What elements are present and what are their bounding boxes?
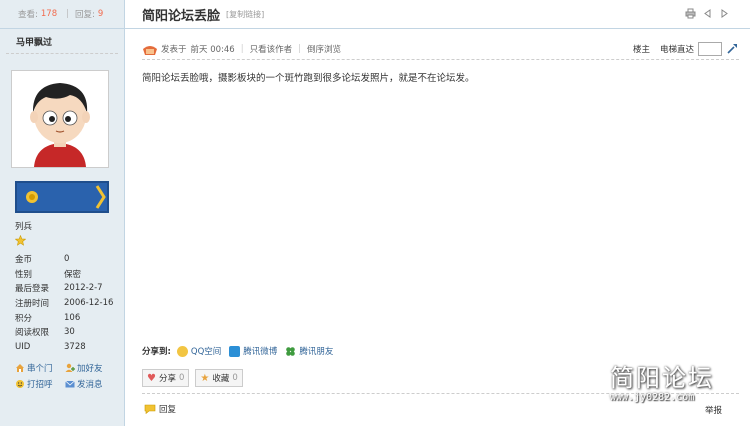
rank-badge xyxy=(15,181,109,213)
avatar-image xyxy=(12,71,108,167)
info-row-gender: 性别 保密 xyxy=(15,269,82,280)
post-content: 简阳论坛丢脸哦，摄影板块的一个斑竹跑到很多论坛发照片，就是不在论坛发。 xyxy=(142,73,475,84)
jump-go-icon[interactable] xyxy=(727,42,739,57)
stats-divider: | xyxy=(66,9,69,19)
meta-divider: | xyxy=(298,44,301,54)
meta-divider: | xyxy=(240,44,244,54)
share-weibo-link[interactable]: 腾讯微博 xyxy=(229,345,277,357)
info-row-uid: UID 3728 xyxy=(15,341,86,352)
thread-title: 简阳论坛丢脸 xyxy=(142,8,221,24)
thread-header: 简阳论坛丢脸 [复制链接] xyxy=(125,0,750,29)
thread-stats: 查看: 178 | 回复: 9 xyxy=(0,0,124,29)
tencent-weibo-icon xyxy=(229,345,241,357)
greet-icon xyxy=(15,379,25,389)
replies-label: 回复: xyxy=(74,10,95,20)
author-actions: 串个门 加好友 打招呼 发消息 xyxy=(15,360,120,392)
post-buttons: ♥ 分享 0 ★ 收藏 0 xyxy=(142,369,243,387)
prev-thread-icon[interactable] xyxy=(702,8,713,19)
share-qzone-link[interactable]: QQ空间 xyxy=(176,345,221,357)
floor-jump-input[interactable] xyxy=(698,42,722,56)
star-icon: ★ xyxy=(200,372,210,384)
floor-label: 楼主 xyxy=(632,45,650,55)
watermark-url: www.jy0282.com xyxy=(610,392,695,403)
next-thread-icon[interactable] xyxy=(719,8,730,19)
share-pengyou-link[interactable]: 腾讯朋友 xyxy=(285,345,333,357)
posted-time: 前天 00:46 xyxy=(190,45,235,55)
message-button[interactable]: 发消息 xyxy=(65,378,115,390)
add-friend-button[interactable]: 加好友 xyxy=(65,362,115,374)
house-icon xyxy=(15,363,25,373)
heart-icon: ♥ xyxy=(147,372,156,384)
share-bar: 分享到: QQ空间 腾讯微博 腾讯朋友 xyxy=(142,345,341,357)
reverse-order-link[interactable]: 倒序浏览 xyxy=(307,43,341,55)
author-name[interactable]: 马甲飘过 xyxy=(6,29,118,54)
info-row-last-login: 最后登录 2012-2-7 xyxy=(15,283,103,295)
mail-icon xyxy=(65,379,75,389)
watermark-title: 简阳论坛 xyxy=(610,364,714,392)
print-icon[interactable] xyxy=(685,8,696,19)
online-status-icon xyxy=(142,43,158,56)
info-row-points: 积分 106 xyxy=(15,312,81,324)
author-info: 金币 0 性别 保密 最后登录 2012-2-7 注册时间 2006-12-16 积分 1… xyxy=(15,252,120,354)
star-icon xyxy=(14,234,27,249)
copy-link[interactable]: [复制链接] xyxy=(226,9,264,20)
author-sidebar: 查看: 178 | 回复: 9 马甲飘过 列兵 金币 0 性别 保密 最后登录 … xyxy=(0,0,125,426)
rank-name: 列兵 xyxy=(15,222,33,232)
add-friend-icon xyxy=(65,363,75,373)
share-label: 分享到: xyxy=(142,347,171,357)
clover-icon xyxy=(285,346,296,357)
info-row-coins: 金币 0 xyxy=(15,254,70,266)
reply-bubble-icon xyxy=(144,404,156,415)
posted-prefix: 发表于 xyxy=(161,45,187,55)
views-label: 查看: xyxy=(18,10,38,20)
thread-tools xyxy=(685,8,730,19)
qzone-icon xyxy=(176,345,188,357)
jump-label: 电梯直达 xyxy=(659,45,694,55)
only-author-link[interactable]: 只看该作者 xyxy=(250,43,293,55)
share-button[interactable]: ♥ 分享 0 xyxy=(142,369,190,387)
watermark: 简阳论坛 www.jy0282.com xyxy=(610,358,714,403)
info-row-registered: 注册时间 2006-12-16 xyxy=(15,298,114,310)
replies-count: 9 xyxy=(97,9,104,19)
visit-button[interactable]: 串个门 xyxy=(15,362,65,374)
post-info-bar: 发表于 前天 00:46 | 只看该作者 | 倒序浏览 楼主 电梯直达 xyxy=(142,39,739,60)
favorite-button[interactable]: ★ 收藏 0 xyxy=(195,369,243,387)
greet-button[interactable]: 打招呼 xyxy=(15,378,65,390)
avatar[interactable] xyxy=(11,70,109,168)
views-count: 178 xyxy=(40,9,58,19)
reply-button[interactable]: 回复 xyxy=(144,403,176,415)
info-row-read-level: 阅读权限 30 xyxy=(15,327,75,339)
report-link[interactable]: 举报 xyxy=(705,404,722,416)
